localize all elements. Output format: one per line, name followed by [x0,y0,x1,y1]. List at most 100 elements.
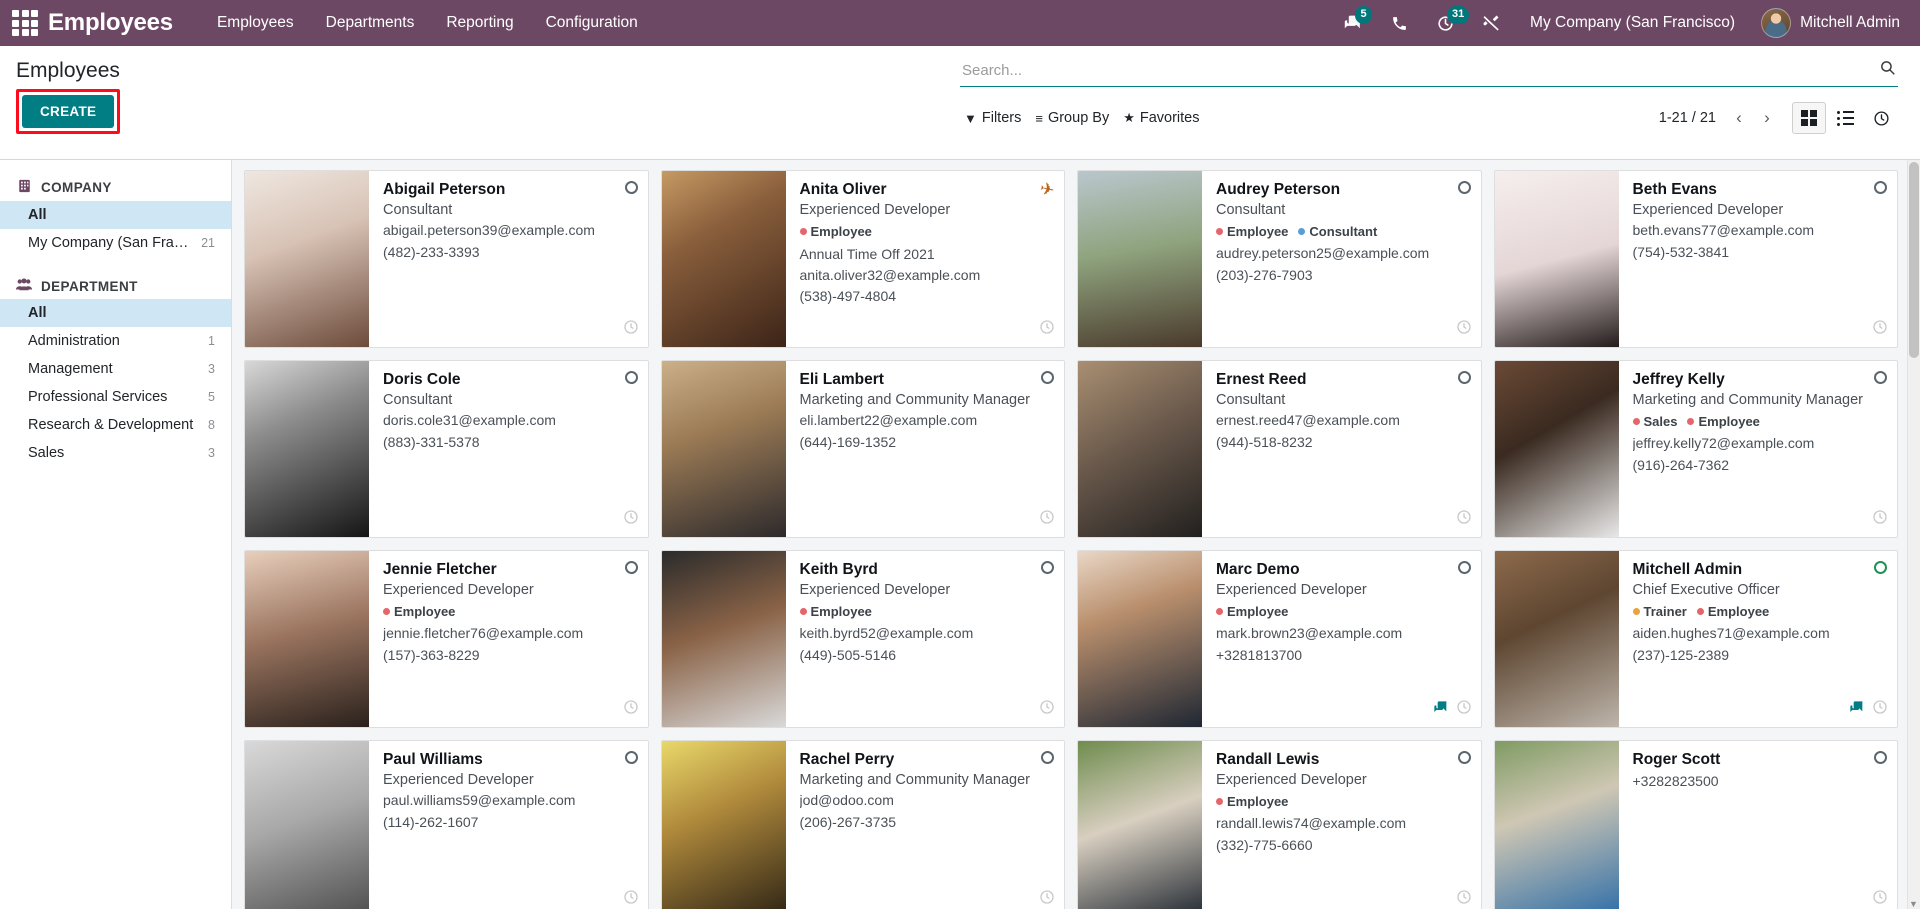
employee-phone[interactable]: (157)-363-8229 [383,646,638,666]
employee-phone[interactable]: +3281813700 [1216,646,1471,666]
chevron-right-icon[interactable]: › [1754,104,1780,132]
presence-status-icon[interactable] [1874,181,1887,194]
filters-button[interactable]: ▼ Filters [960,106,1031,130]
attendance-clock-icon[interactable] [1039,319,1055,340]
attendance-clock-icon[interactable] [623,319,639,340]
presence-status-icon[interactable] [1874,371,1887,384]
app-brand-employees[interactable]: Employees [48,9,173,37]
sidebar-item-all[interactable]: All [0,299,231,327]
presence-status-icon[interactable] [1041,371,1054,384]
scrollbar-thumb[interactable] [1909,162,1919,358]
menu-item-reporting[interactable]: Reporting [430,0,529,46]
employee-email[interactable]: eli.lambert22@example.com [800,411,1055,431]
employee-card[interactable]: Rachel PerryMarketing and Community Mana… [661,740,1066,909]
employee-card[interactable]: Randall LewisExperienced DeveloperEmploy… [1077,740,1482,909]
menu-item-employees[interactable]: Employees [201,0,310,46]
attendance-clock-icon[interactable] [1039,509,1055,530]
chat-bubble-icon[interactable] [1433,700,1449,720]
attendance-clock-icon[interactable] [623,889,639,909]
employee-phone[interactable]: (237)-125-2389 [1633,646,1888,666]
employee-card[interactable]: Anita OliverExperienced DeveloperEmploye… [661,170,1066,348]
create-button[interactable]: CREATE [22,95,114,128]
attendance-clock-icon[interactable] [1039,699,1055,720]
sidebar-item-all[interactable]: All [0,201,231,229]
employee-email[interactable]: jod@odoo.com [800,791,1055,811]
attendance-clock-icon[interactable] [1456,699,1472,720]
presence-status-icon[interactable] [625,751,638,764]
presence-status-icon[interactable] [625,181,638,194]
employee-card[interactable]: Keith ByrdExperienced DeveloperEmployeek… [661,550,1066,728]
presence-status-icon[interactable] [1874,561,1887,574]
group-by-button[interactable]: ≡ Group By [1031,106,1119,130]
attendance-clock-icon[interactable] [1456,319,1472,340]
sidebar-item-sales[interactable]: Sales3 [0,439,231,467]
employee-card[interactable]: Beth EvansExperienced Developerbeth.evan… [1494,170,1899,348]
attendance-clock-icon[interactable] [623,699,639,720]
employee-phone[interactable]: (482)-233-3393 [383,243,638,263]
attendance-clock-icon[interactable] [1456,889,1472,909]
favorites-button[interactable]: ★ Favorites [1119,106,1209,130]
employee-card[interactable]: Marc DemoExperienced DeveloperEmployeema… [1077,550,1482,728]
employee-phone[interactable]: (883)-331-5378 [383,433,638,453]
employee-email[interactable]: mark.brown23@example.com [1216,624,1471,644]
attendance-clock-icon[interactable] [1872,509,1888,530]
employee-card[interactable]: Eli LambertMarketing and Community Manag… [661,360,1066,538]
presence-status-icon[interactable] [1458,371,1471,384]
employee-email[interactable]: beth.evans77@example.com [1633,221,1888,241]
employee-email[interactable]: jeffrey.kelly72@example.com [1633,434,1888,454]
attendance-clock-icon[interactable] [1456,509,1472,530]
employee-email[interactable]: audrey.peterson25@example.com [1216,244,1471,264]
presence-status-icon[interactable] [1458,751,1471,764]
employee-phone[interactable]: (332)-775-6660 [1216,836,1471,856]
activity-clock-icon[interactable]: 31 [1422,0,1468,46]
presence-status-icon[interactable] [1874,751,1887,764]
scroll-down-icon[interactable]: ▼ [1908,899,1919,909]
sidebar-item-administration[interactable]: Administration1 [0,327,231,355]
employee-card[interactable]: Mitchell AdminChief Executive OfficerTra… [1494,550,1899,728]
employee-email[interactable]: randall.lewis74@example.com [1216,814,1471,834]
user-menu[interactable]: Mitchell Admin [1751,0,1906,46]
employee-card[interactable]: Jennie FletcherExperienced DeveloperEmpl… [244,550,649,728]
attendance-clock-icon[interactable] [1872,319,1888,340]
attendance-clock-icon[interactable] [1872,889,1888,909]
presence-status-icon[interactable] [625,561,638,574]
employee-email[interactable]: jennie.fletcher76@example.com [383,624,638,644]
employee-email[interactable]: doris.cole31@example.com [383,411,638,431]
employee-email[interactable]: ernest.reed47@example.com [1216,411,1471,431]
chat-bubble-icon[interactable] [1849,700,1865,720]
employee-phone[interactable]: +3282823500 [1633,772,1888,792]
employee-email[interactable]: paul.williams59@example.com [383,791,638,811]
employee-phone[interactable]: (916)-264-7362 [1633,456,1888,476]
employee-email[interactable]: abigail.peterson39@example.com [383,221,638,241]
out-of-office-plane-icon[interactable]: ✈ [1040,181,1054,198]
search-bar[interactable] [960,57,1898,87]
presence-status-icon[interactable] [1041,751,1054,764]
list-view-icon[interactable] [1828,102,1862,134]
employee-phone[interactable]: (203)-276-7903 [1216,266,1471,286]
menu-item-configuration[interactable]: Configuration [530,0,654,46]
pager-count[interactable]: 1-21 / 21 [1659,110,1724,126]
sidebar-item-management[interactable]: Management3 [0,355,231,383]
presence-status-icon[interactable] [1458,181,1471,194]
employee-card[interactable]: Roger Scott+3282823500 [1494,740,1899,909]
attendance-clock-icon[interactable] [1872,699,1888,720]
employee-card[interactable]: Doris ColeConsultantdoris.cole31@example… [244,360,649,538]
sidebar-item-my-company-san-franci[interactable]: My Company (San Franci...21 [0,229,231,257]
chevron-left-icon[interactable]: ‹ [1726,104,1752,132]
presence-status-icon[interactable] [1458,561,1471,574]
activity-view-icon[interactable] [1864,102,1898,134]
employee-phone[interactable]: (449)-505-5146 [800,646,1055,666]
tools-icon[interactable] [1468,0,1514,46]
search-icon[interactable] [1873,59,1896,81]
kanban-scrollbar[interactable]: ▲ ▼ [1907,160,1920,909]
employee-card[interactable]: Ernest ReedConsultanternest.reed47@examp… [1077,360,1482,538]
employee-phone[interactable]: (944)-518-8232 [1216,433,1471,453]
employee-card[interactable]: Paul WilliamsExperienced Developerpaul.w… [244,740,649,909]
attendance-clock-icon[interactable] [623,509,639,530]
employee-card[interactable]: Jeffrey KellyMarketing and Community Man… [1494,360,1899,538]
messages-icon[interactable]: 5 [1330,0,1376,46]
employee-card[interactable]: Audrey PetersonConsultantEmployeeConsult… [1077,170,1482,348]
employee-phone[interactable]: (206)-267-3735 [800,813,1055,833]
search-input[interactable] [962,62,1873,79]
company-switcher[interactable]: My Company (San Francisco) [1514,0,1751,46]
